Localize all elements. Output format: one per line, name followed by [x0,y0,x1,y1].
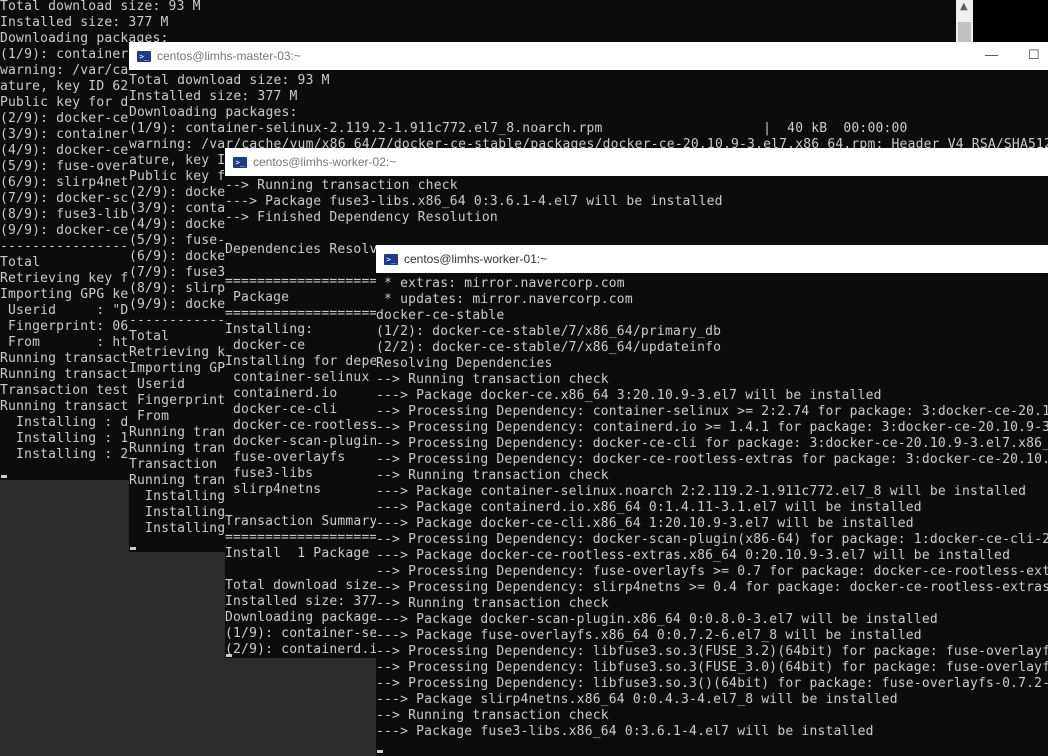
titlebar-worker01[interactable]: >_ centos@limhs-worker-01:~ [376,245,1048,273]
terminal-line: --> Processing Dependency: slirp4netns >… [376,580,1048,595]
terminal-line: (2/2): docker-ce-stable/7/x86_64/updatei… [376,340,722,355]
terminal-line: ---> Package docker-scan-plugin.x86_64 0… [376,612,938,627]
terminal-output-worker01: * extras: mirror.navercorp.com * updates… [376,276,1048,740]
terminal-line: ---> Package docker-ce-cli.x86_64 1:20.1… [376,516,914,531]
terminal-line: Resolving Dependencies [376,356,553,371]
terminal-line: ---> Package fuse3-libs.x86_64 0:3.6.1-4… [376,724,874,739]
terminal-line: ---> Package containerd.io.x86_64 0:1.4.… [376,500,922,515]
terminal-cursor [1,475,7,478]
maximize-button[interactable]: ☐ [1028,47,1040,63]
terminal-line: ---> Package container-selinux.noarch 2:… [376,484,1027,499]
powershell-icon: >_ [384,253,398,265]
terminal-line: Downloading packages: [129,105,298,120]
powershell-icon: >_ [233,156,247,168]
terminal-line: Total download size: 93 M [0,0,201,14]
terminal-line: * updates: mirror.navercorp.com [376,292,633,307]
terminal-cursor [377,750,383,753]
window-title-worker02: centos@limhs-worker-02:~ [253,155,397,169]
terminal-line: Total download size: 93 M [129,73,330,88]
terminal-line: * extras: mirror.navercorp.com [376,276,625,291]
terminal-line: ---> Package slirp4netns.x86_64 0:0.4.3-… [376,692,898,707]
window-title-master03: centos@limhs-master-03:~ [157,49,301,63]
terminal-line: --> Running transaction check [376,468,609,483]
window-title-worker01: centos@limhs-worker-01:~ [404,252,548,266]
terminal-line: --> Finished Dependency Resolution [225,210,498,225]
terminal-cursor [226,654,232,657]
terminal-line: Installed size: 377 M [129,89,298,104]
minimize-button[interactable]: — [985,47,998,62]
terminal-line: Installed size: 377 M [0,15,169,30]
terminal-line: --> Processing Dependency: fuse-overlayf… [376,564,1048,579]
terminal-line: --> Processing Dependency: libfuse3.so.3… [376,660,1048,675]
terminal-line: --> Processing Dependency: container-sel… [376,404,1048,419]
titlebar-worker02[interactable]: >_ centos@limhs-worker-02:~ [225,148,1048,176]
terminal-line: --> Running transaction check [376,596,609,611]
terminal-line: --> Running transaction check [376,372,609,387]
terminal-line: ---> Package docker-ce.x86_64 3:20.10.9-… [376,388,882,403]
terminal-line: --> Running transaction check [225,178,458,193]
terminal-line: (1/9): container-selinux-2.119.2-1.911c7… [129,121,908,136]
scroll-up-arrow-icon[interactable]: ▲ [960,1,968,12]
scrollbar-thumb[interactable] [958,22,971,44]
terminal-line: (1/2): docker-ce-stable/7/x86_64/primary… [376,324,722,339]
terminal-line: --> Processing Dependency: docker-ce-roo… [376,452,1048,467]
terminal-line: ---> Package fuse3-libs.x86_64 0:3.6.1-4… [225,194,723,209]
terminal-window-worker01[interactable]: >_ centos@limhs-worker-01:~ * extras: mi… [376,245,1048,756]
powershell-icon: >_ [137,50,151,62]
terminal-line: docker-ce-stable [376,308,505,323]
terminal-line: ---> Package docker-ce-rootless-extras.x… [376,548,1011,563]
terminal-line: --> Running transaction check [376,708,609,723]
terminal-line: --> Processing Dependency: docker-ce-cli… [376,436,1048,451]
terminal-line: --> Processing Dependency: libfuse3.so.3… [376,676,1048,691]
terminal-line: --> Processing Dependency: libfuse3.so.3… [376,644,1048,659]
terminal-line: --> Processing Dependency: docker-scan-p… [376,532,1048,547]
terminal-line: --> Processing Dependency: containerd.io… [376,420,1048,435]
terminal-line: ---> Package fuse-overlayfs.x86_64 0:0.7… [376,628,922,643]
terminal-cursor [130,547,136,550]
titlebar-master03[interactable]: >_ centos@limhs-master-03:~ — ☐ [129,42,1048,70]
